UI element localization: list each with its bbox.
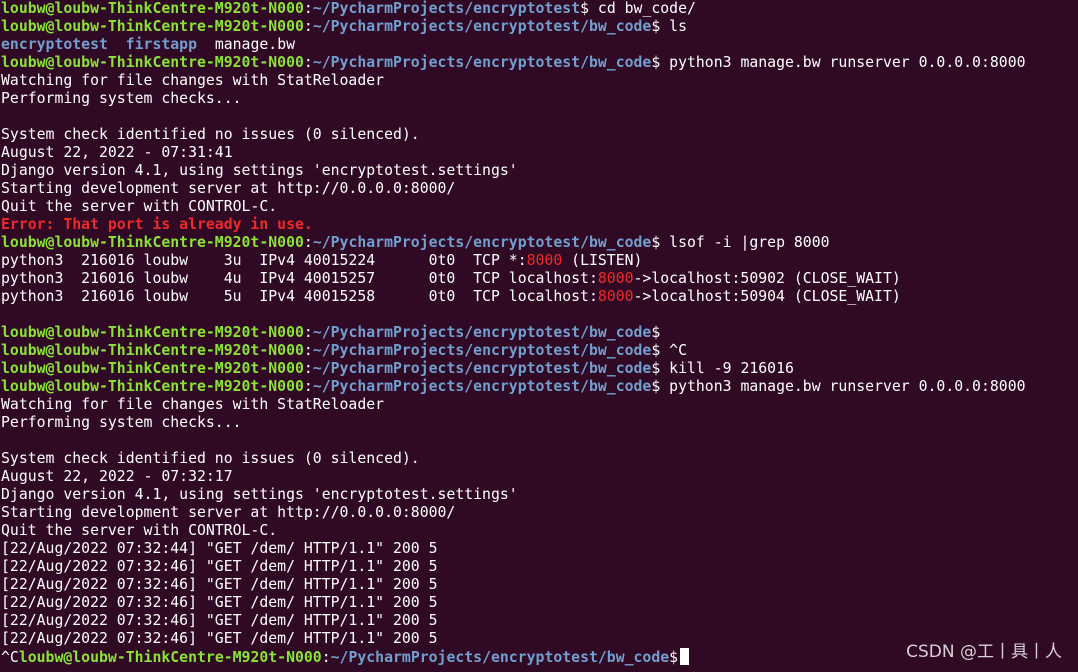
lsof-text: ->localhost:50902 (CLOSE_WAIT) (633, 270, 901, 287)
grep-match: 8000 (526, 252, 563, 269)
terminal-line: loubw@loubw-ThinkCentre-M920t-N000:~/Pyc… (0, 378, 1078, 396)
grep-match: 8000 (597, 288, 634, 305)
directory-entry-firstapp: firstapp (125, 36, 198, 53)
prompt-user-host: loubw@loubw-ThinkCentre-M920t-N000 (1, 54, 304, 71)
prompt-user-host: loubw@loubw-ThinkCentre-M920t-N000 (1, 234, 304, 251)
output-line: Watching for file changes with StatReloa… (1, 396, 385, 413)
request-log-line: [22/Aug/2022 07:32:46] "GET /dem/ HTTP/1… (1, 576, 438, 593)
request-log-line: [22/Aug/2022 07:32:46] "GET /dem/ HTTP/1… (1, 558, 438, 575)
output-line: Starting development server at http://0.… (1, 180, 456, 197)
output-line: Watching for file changes with StatReloa… (1, 72, 385, 89)
terminal-line: loubw@loubw-ThinkCentre-M920t-N000:~/Pyc… (0, 0, 1078, 18)
prompt-dollar: $ (651, 342, 661, 359)
output-line: August 22, 2022 - 07:32:17 (1, 468, 233, 485)
command-text: kill -9 216016 (660, 360, 794, 377)
command-text: cd bw_code/ (589, 0, 696, 17)
text-cursor[interactable] (680, 648, 690, 665)
ls-output-line: encryptotest firstapp manage.bw (0, 36, 1078, 54)
prompt-colon: : (303, 378, 313, 395)
prompt-colon: : (321, 649, 331, 666)
prompt-path: ~/PycharmProjects/encryptotest/bw_code (312, 324, 652, 341)
prompt-user-host: loubw@loubw-ThinkCentre-M920t-N000 (1, 360, 304, 377)
output-line: System check identified no issues (0 sil… (1, 450, 420, 467)
lsof-text: ->localhost:50904 (CLOSE_WAIT) (633, 288, 901, 305)
prompt-path: ~/PycharmProjects/encryptotest/bw_code (312, 54, 652, 71)
prompt-dollar: $ (651, 378, 661, 395)
prompt-path: ~/PycharmProjects/encryptotest/bw_code (312, 18, 652, 35)
command-text: python3 manage.bw runserver 0.0.0.0:8000 (660, 378, 1026, 395)
lsof-text: python3 216016 loubw 3u IPv4 40015224 0t… (1, 252, 527, 269)
terminal-line: loubw@loubw-ThinkCentre-M920t-N000:~/Pyc… (0, 360, 1078, 378)
prompt-user-host: loubw@loubw-ThinkCentre-M920t-N000 (1, 342, 304, 359)
command-text: python3 manage.bw runserver 0.0.0.0:8000 (660, 54, 1026, 71)
prompt-user-host: loubw@loubw-ThinkCentre-M920t-N000 (18, 649, 322, 666)
prompt-user-host: loubw@loubw-ThinkCentre-M920t-N000 (1, 0, 304, 17)
error-line: Error: That port is already in use. (1, 216, 313, 233)
prompt-path: ~/PycharmProjects/encryptotest/bw_code (312, 234, 652, 251)
directory-entry-encryptotest: encryptotest (1, 36, 108, 53)
separator (108, 36, 126, 53)
output-line: Django version 4.1, using settings 'encr… (1, 162, 518, 179)
prompt-path: ~/PycharmProjects/encryptotest/bw_code (312, 360, 652, 377)
lsof-text: (LISTEN) (562, 252, 643, 269)
terminal-line: loubw@loubw-ThinkCentre-M920t-N000:~/Pyc… (0, 324, 1078, 342)
prompt-dollar: $ (651, 324, 661, 341)
command-text: ls (660, 18, 687, 35)
output-line: Quit the server with CONTROL-C. (1, 198, 278, 215)
prompt-dollar: $ (580, 0, 589, 17)
lsof-output-line: python3 216016 loubw 5u IPv4 40015258 0t… (0, 288, 1078, 306)
lsof-text: python3 216016 loubw 4u IPv4 40015257 0t… (1, 270, 598, 287)
command-text: ^C (660, 342, 687, 359)
prompt-colon: : (303, 342, 313, 359)
terminal-line: loubw@loubw-ThinkCentre-M920t-N000:~/Pyc… (0, 18, 1078, 36)
output-line: Performing system checks... (1, 90, 242, 107)
output-line: Performing system checks... (1, 414, 242, 431)
prompt-path: ~/PycharmProjects/encryptotest/bw_code (312, 342, 652, 359)
terminal-window[interactable]: loubw@loubw-ThinkCentre-M920t-N000:~/Pyc… (0, 0, 1078, 672)
prompt-dollar: $ (651, 360, 661, 377)
prompt-path: ~/PycharmProjects/encryptotest/bw_code (312, 378, 652, 395)
prompt-user-host: loubw@loubw-ThinkCentre-M920t-N000 (1, 378, 304, 395)
interrupt-text: ^C (1, 649, 19, 666)
output-line: System check identified no issues (0 sil… (1, 126, 420, 143)
command-text: lsof -i |grep 8000 (660, 234, 830, 251)
prompt-colon: : (303, 0, 313, 17)
terminal-line: loubw@loubw-ThinkCentre-M920t-N000:~/Pyc… (0, 342, 1078, 360)
lsof-output-line: python3 216016 loubw 3u IPv4 40015224 0t… (0, 252, 1078, 270)
output-line: Quit the server with CONTROL-C. (1, 522, 278, 539)
prompt-user-host: loubw@loubw-ThinkCentre-M920t-N000 (1, 324, 304, 341)
prompt-dollar: $ (669, 649, 679, 666)
prompt-dollar: $ (651, 54, 661, 71)
prompt-dollar: $ (651, 18, 661, 35)
prompt-path: ~/PycharmProjects/encryptotest (312, 0, 581, 17)
prompt-colon: : (303, 18, 313, 35)
prompt-colon: : (303, 234, 313, 251)
prompt-path: ~/PycharmProjects/encryptotest/bw_code (330, 649, 670, 666)
lsof-output-line: python3 216016 loubw 4u IPv4 40015257 0t… (0, 270, 1078, 288)
prompt-user-host: loubw@loubw-ThinkCentre-M920t-N000 (1, 18, 304, 35)
terminal-line: loubw@loubw-ThinkCentre-M920t-N000:~/Pyc… (0, 54, 1078, 72)
prompt-colon: : (303, 324, 313, 341)
prompt-colon: : (303, 54, 313, 71)
file-entry-manage: manage.bw (197, 36, 296, 53)
output-line: Starting development server at http://0.… (1, 504, 456, 521)
prompt-dollar: $ (651, 234, 661, 251)
prompt-colon: : (303, 360, 313, 377)
request-log-line: [22/Aug/2022 07:32:46] "GET /dem/ HTTP/1… (1, 594, 438, 611)
request-log-line: [22/Aug/2022 07:32:46] "GET /dem/ HTTP/1… (1, 612, 438, 629)
request-log-line: [22/Aug/2022 07:32:44] "GET /dem/ HTTP/1… (1, 540, 438, 557)
csdn-watermark: CSDN @工丨具丨人 (906, 642, 1062, 662)
grep-match: 8000 (597, 270, 634, 287)
output-line: August 22, 2022 - 07:31:41 (1, 144, 233, 161)
output-line: Django version 4.1, using settings 'encr… (1, 486, 518, 503)
terminal-line: loubw@loubw-ThinkCentre-M920t-N000:~/Pyc… (0, 234, 1078, 252)
lsof-text: python3 216016 loubw 5u IPv4 40015258 0t… (1, 288, 598, 305)
